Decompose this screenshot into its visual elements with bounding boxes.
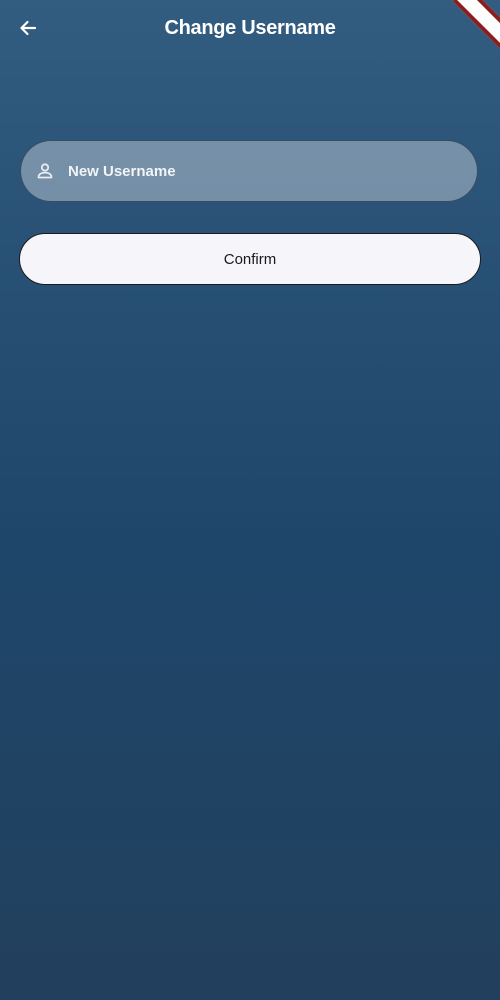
confirm-button[interactable]: Confirm [19, 233, 481, 285]
app-bar: Change Username [0, 0, 500, 58]
debug-banner [440, 0, 500, 60]
person-icon [37, 163, 53, 179]
username-field[interactable] [20, 140, 478, 202]
debug-banner-stripe [452, 0, 500, 60]
page-title: Change Username [164, 17, 336, 39]
username-input[interactable] [68, 141, 458, 201]
